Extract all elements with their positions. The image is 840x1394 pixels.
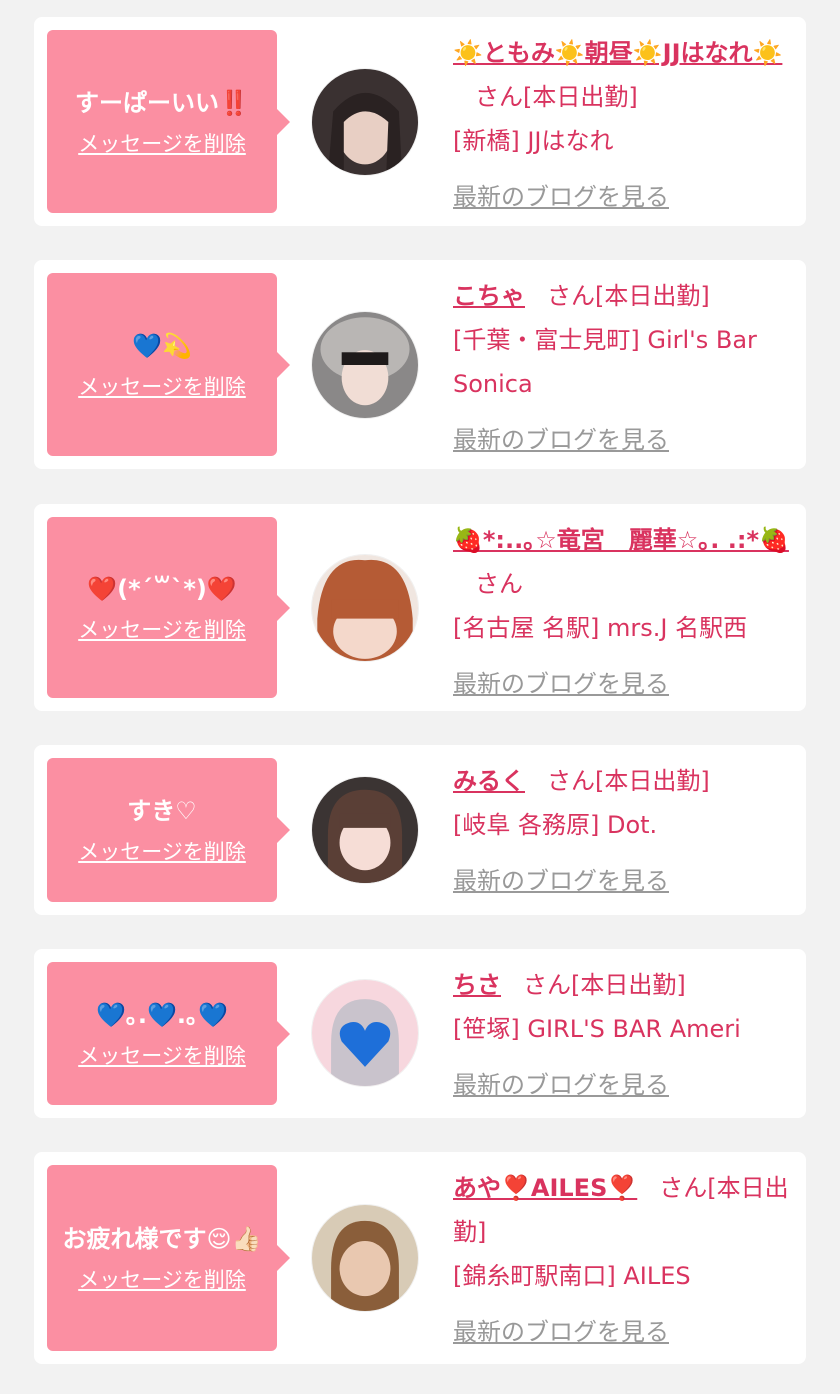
avatar-photo xyxy=(312,312,418,418)
message-card: 💙💫 メッセージを削除 こちゃ さん[本日出勤] [千葉・富士見町] Girl's… xyxy=(34,260,806,469)
cast-name-link[interactable]: みるく xyxy=(453,767,525,795)
avatar[interactable] xyxy=(312,980,418,1086)
avatar[interactable] xyxy=(312,69,418,175)
latest-blog-link[interactable]: 最新のブログを見る xyxy=(453,1063,669,1107)
avatar[interactable] xyxy=(312,1205,418,1311)
cast-info: ちさ さん[本日出勤] [笹塚] GIRL'S BAR Ameri 最新のブログを… xyxy=(453,963,793,1107)
avatar[interactable] xyxy=(312,777,418,883)
message-bubble: お疲れ様です😌👍🏻 メッセージを削除 xyxy=(47,1165,290,1351)
message-card: お疲れ様です😌👍🏻 メッセージを削除 あや❣️AILES❣️ さん[本日出勤] [… xyxy=(34,1152,806,1364)
shop-label: [笹塚] GIRL'S BAR Ameri xyxy=(453,1015,741,1043)
attendance-status: [本日出勤] xyxy=(523,83,638,111)
avatar-photo-heart xyxy=(312,980,418,1086)
delete-message-link[interactable]: メッセージを削除 xyxy=(78,128,246,158)
message-text: 💙💫 xyxy=(132,331,192,360)
cast-name-link[interactable]: ちさ xyxy=(453,971,501,999)
delete-message-link[interactable]: メッセージを削除 xyxy=(78,614,246,644)
avatar-photo xyxy=(312,777,418,883)
cast-name-link[interactable]: あや❣️AILES❣️ xyxy=(453,1174,637,1202)
avatar[interactable] xyxy=(312,555,418,661)
message-text: すーぱーいい‼️ xyxy=(75,88,249,117)
message-card: すーぱーいい‼️ メッセージを削除 ☀️ともみ☀️朝昼☀️JJはなれ☀️ さん[本… xyxy=(34,17,806,226)
attendance-status: [本日出勤] xyxy=(595,767,710,795)
message-bubble: すーぱーいい‼️ メッセージを削除 xyxy=(47,30,290,213)
shop-label: [錦糸町駅南口] AILES xyxy=(453,1262,691,1290)
delete-message-link[interactable]: メッセージを削除 xyxy=(78,1040,246,1070)
cast-info: 🍓*:..｡☆竜宮 麗華☆｡. .:*🍓 さん [名古屋 名駅] mrs.J 名駅… xyxy=(453,518,793,706)
delete-message-link[interactable]: メッセージを削除 xyxy=(78,1264,246,1294)
message-bubble: ❤️(*´꒳`*)❤️ メッセージを削除 xyxy=(47,517,290,698)
delete-message-link[interactable]: メッセージを削除 xyxy=(78,836,246,866)
shop-label: [岐阜 各務原] Dot. xyxy=(453,811,658,839)
avatar-photo xyxy=(312,1205,418,1311)
avatar[interactable] xyxy=(312,312,418,418)
message-card: ❤️(*´꒳`*)❤️ メッセージを削除 🍓*:..｡☆竜宮 麗華☆｡. .:*… xyxy=(34,504,806,711)
honorific: さん xyxy=(547,282,595,310)
latest-blog-link[interactable]: 最新のブログを見る xyxy=(453,418,669,462)
shop-label: [名古屋 名駅] mrs.J 名駅西 xyxy=(453,614,748,642)
cast-name-link[interactable]: こちゃ xyxy=(453,282,525,310)
honorific: さん xyxy=(523,971,571,999)
cast-info: みるく さん[本日出勤] [岐阜 各務原] Dot. 最新のブログを見る xyxy=(453,759,793,903)
cast-name-link[interactable]: ☀️ともみ☀️朝昼☀️JJはなれ☀️ xyxy=(453,39,782,67)
cast-info: あや❣️AILES❣️ さん[本日出勤] [錦糸町駅南口] AILES 最新のブロ… xyxy=(453,1166,793,1354)
attendance-status: [本日出勤] xyxy=(571,971,686,999)
message-card: 💙｡.💙.｡💙 メッセージを削除 ちさ さん[本日出勤] [笹塚] GIRL'S … xyxy=(34,949,806,1118)
avatar-photo xyxy=(312,555,418,661)
message-bubble: すき♡ メッセージを削除 xyxy=(47,758,290,902)
honorific: さん xyxy=(475,83,523,111)
honorific: さん xyxy=(475,570,523,598)
message-text: すき♡ xyxy=(127,797,197,825)
message-list: すーぱーいい‼️ メッセージを削除 ☀️ともみ☀️朝昼☀️JJはなれ☀️さん[本… xyxy=(0,0,840,1394)
shop-label: [千葉・富士見町] Girl's Bar Sonica xyxy=(453,326,757,398)
shop-label: [新橋] JJはなれ xyxy=(453,127,614,155)
message-text: お疲れ様です😌👍🏻 xyxy=(62,1225,262,1253)
latest-blog-link[interactable]: 最新のブログを見る xyxy=(453,1310,669,1354)
latest-blog-link[interactable]: 最新のブログを見る xyxy=(453,662,669,706)
cast-info: ☀️ともみ☀️朝昼☀️JJはなれ☀️ さん[本日出勤] [新橋] JJはなれ 最新… xyxy=(453,31,793,219)
message-bubble: 💙💫 メッセージを削除 xyxy=(47,273,290,456)
attendance-status: [本日出勤] xyxy=(595,282,710,310)
honorific: さん xyxy=(547,767,595,795)
message-card: すき♡ メッセージを削除 みるく さん[本日出勤] [岐阜 各務原] Dot. 最… xyxy=(34,745,806,915)
delete-message-link[interactable]: メッセージを削除 xyxy=(78,371,246,401)
avatar-photo xyxy=(312,69,418,175)
honorific: さん xyxy=(659,1174,708,1202)
latest-blog-link[interactable]: 最新のブログを見る xyxy=(453,175,669,219)
message-text: 💙｡.💙.｡💙 xyxy=(96,1000,228,1029)
message-bubble: 💙｡.💙.｡💙 メッセージを削除 xyxy=(47,962,290,1105)
message-text: ❤️(*´꒳`*)❤️ xyxy=(87,574,237,603)
latest-blog-link[interactable]: 最新のブログを見る xyxy=(453,859,669,903)
cast-name-link[interactable]: 🍓*:..｡☆竜宮 麗華☆｡. .:*🍓 xyxy=(453,526,789,554)
cast-info: こちゃ さん[本日出勤] [千葉・富士見町] Girl's Bar Sonica … xyxy=(453,274,793,462)
